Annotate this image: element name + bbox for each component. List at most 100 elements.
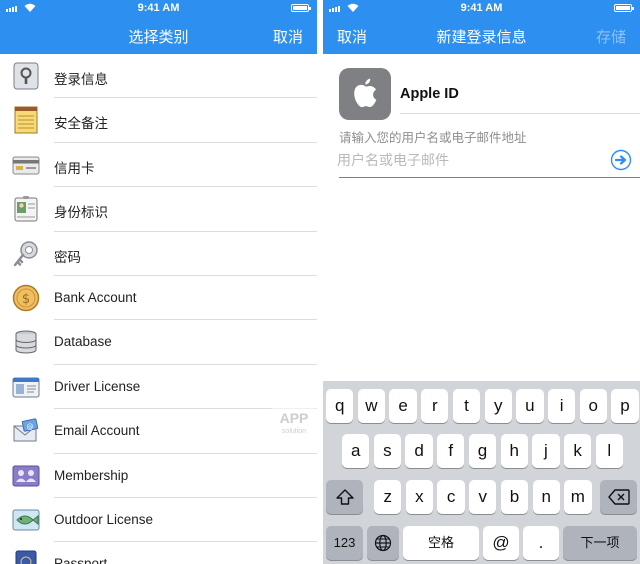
email-icon: @ [13,418,39,442]
watermark-logo: APP solution [268,396,320,448]
key-q[interactable]: q [326,389,354,423]
space-key[interactable]: 空格 [403,526,479,560]
category-label: Passport [54,556,108,564]
globe-icon [374,534,392,552]
watermark-text: APP [279,410,309,426]
shift-key[interactable] [326,480,363,514]
category-item[interactable]: Passport [0,542,317,564]
status-bar: 9:41 AM [323,0,640,16]
item-title[interactable]: Apple ID [400,86,459,102]
key-x[interactable]: x [405,480,434,514]
keyboard: q w e r t y u i o p a s d f g h j k l z x c v b n m 123 空格 @. 下一项 [323,381,640,564]
field-hint: 请输入您的用户名或电子邮件地址 [339,131,527,145]
svg-text:@: @ [27,423,34,431]
key-p[interactable]: p [611,389,639,423]
nav-bar: 选择类别 取消 [0,16,317,54]
new-login-screen: 9:41 AM 取消 新建登录信息 存储 Apple ID 请输入您的用户名或电… [323,0,640,564]
membership-icon [12,465,40,487]
category-item[interactable]: $ Bank Account [0,276,317,321]
category-label: Membership [54,467,129,483]
key-z[interactable]: z [374,480,402,514]
key-i[interactable]: i [547,389,576,423]
bank-coin-icon: $ [12,284,40,312]
key-d[interactable]: d [405,434,433,468]
category-list: 登录信息安全备注信用卡身份标识密码 $ Bank Account Database Dr… [0,54,317,564]
username-email-input[interactable] [337,148,597,172]
page-title: 新建登录信息 [436,29,527,46]
category-label: 登录信息 [54,72,108,87]
category-item[interactable]: Driver License [0,365,317,410]
key-f[interactable]: f [437,434,465,468]
backspace-icon [607,489,630,505]
category-label: 身份标识 [54,205,108,221]
category-item[interactable]: 身份标识 [0,187,317,232]
category-item[interactable]: 信用卡 [0,143,317,188]
battery-icon [291,4,311,12]
outdoor-fish-icon [12,509,40,531]
next-key[interactable]: 下一项 [563,526,637,560]
watermark-subtext: solution [281,428,307,435]
arrow-right-circle-icon[interactable] [610,149,632,171]
dot-key[interactable]: . [523,526,559,560]
apple-logo-icon [339,68,391,120]
key-g[interactable]: g [468,434,497,468]
category-label: 密码 [54,249,81,265]
key-r[interactable]: r [421,389,449,423]
passport-icon [15,550,37,564]
category-label: Outdoor License [54,511,154,527]
key-c[interactable]: c [437,480,465,514]
key-a[interactable]: a [342,434,370,468]
key-l[interactable]: l [595,434,623,468]
password-key-icon [13,240,38,266]
key-j[interactable]: j [532,434,560,468]
nav-bar: 取消 新建登录信息 存储 [323,16,640,54]
key-b[interactable]: b [500,480,529,514]
key-m[interactable]: m [564,480,592,514]
cancel-button[interactable]: 取消 [273,26,303,47]
driver-license-icon [12,377,40,398]
key-o[interactable]: o [579,389,607,423]
secure-note-icon [14,106,38,134]
category-label: 安全备注 [54,116,108,132]
globe-key[interactable] [367,526,399,560]
category-label: Driver License [54,378,141,394]
status-bar: 9:41 AM [0,0,317,16]
status-time: 9:41 AM [460,2,503,14]
shift-icon [335,489,354,505]
at-key[interactable]: @ [483,526,519,560]
category-item[interactable]: Database [0,320,317,365]
login-icon [13,62,39,90]
category-label: Database [54,334,112,350]
category-item[interactable]: Membership [0,454,317,498]
key-y[interactable]: y [484,389,512,423]
delete-key[interactable] [600,480,637,514]
category-label: 信用卡 [54,160,95,176]
key-k[interactable]: k [563,434,592,468]
page-title: 选择类别 [128,29,189,46]
divider [400,113,640,114]
key-s[interactable]: s [373,434,402,468]
category-item[interactable]: 登录信息 [0,54,317,99]
status-time: 9:41 AM [137,2,180,14]
key-n[interactable]: n [532,480,560,514]
category-item[interactable]: 密码 [0,232,317,276]
key-v[interactable]: v [469,480,497,514]
credit-card-icon [12,156,40,175]
key-w[interactable]: w [357,389,386,423]
identity-icon [14,196,38,222]
battery-icon [614,4,634,12]
svg-text:$: $ [22,292,30,307]
category-item[interactable]: Outdoor License [0,498,317,543]
category-item[interactable]: 安全备注 [0,98,317,143]
key-u[interactable]: u [516,389,544,423]
category-picker-screen: 9:41 AM 选择类别 取消 登录信息安全备注信用卡身份标识密码 $ Bank A… [0,0,317,564]
save-button[interactable]: 存储 [596,26,626,47]
numbers-key[interactable]: 123 [326,526,363,560]
input-underline [339,177,640,178]
category-label: Bank Account [54,289,137,305]
category-label: Email Account [54,423,140,439]
key-t[interactable]: t [452,389,481,423]
key-e[interactable]: e [389,389,417,423]
database-icon [15,330,37,354]
key-h[interactable]: h [500,434,528,468]
